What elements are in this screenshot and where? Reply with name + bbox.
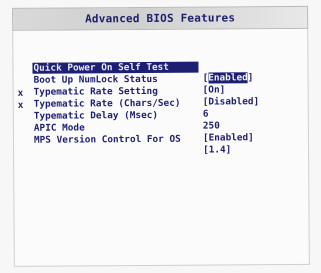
page-title: Advanced BIOS Features	[85, 11, 236, 26]
bracket-open: [	[202, 72, 209, 84]
value-text: 1.4	[208, 144, 226, 156]
bracket-close: ]	[253, 96, 260, 108]
setting-row-mps-version[interactable]: MPS Version Control For OS [1.4]	[14, 113, 231, 156]
value-text: Enabled	[208, 72, 248, 84]
setting-value[interactable]: [Enabled]	[203, 72, 254, 83]
bracket-close: ]	[247, 72, 254, 84]
value-text: Enabled	[208, 132, 249, 144]
setting-value[interactable]: [Enabled]	[203, 132, 254, 143]
setting-row-apic-mode[interactable]: APIC Mode [Enabled]	[14, 101, 254, 143]
setting-row-quick-post[interactable]: Quick Power On Self Test [Enabled]	[13, 41, 253, 84]
setting-value[interactable]: [1.4]	[203, 144, 231, 155]
setting-label: Typematic Delay (Msec)	[33, 109, 159, 122]
setting-label: Boot Up NumLock Status	[33, 73, 158, 86]
title-bar: Advanced BIOS Features	[12, 5, 309, 31]
settings-panel: Quick Power On Self Test [Enabled] Boot …	[12, 28, 310, 267]
setting-row-typematic-delay: x Typematic Delay (Msec) 250	[14, 89, 220, 132]
setting-value: 250	[203, 120, 220, 131]
bracket-close: ]	[219, 84, 226, 96]
value-text: 250	[202, 120, 220, 132]
bios-screen: Advanced BIOS Features Quick Power On Se…	[0, 0, 321, 273]
setting-label: Typematic Rate Setting	[33, 85, 158, 98]
value-text: 6	[202, 108, 209, 120]
setting-row-typematic-rate-setting[interactable]: Typematic Rate Setting [Disabled]	[13, 65, 260, 108]
value-text: Disabled	[208, 96, 254, 108]
setting-label: Quick Power On Self Test	[32, 61, 199, 74]
setting-label: MPS Version Control For OS	[33, 133, 181, 146]
bracket-close: ]	[225, 144, 232, 156]
bracket-close: ]	[248, 132, 254, 144]
setting-value[interactable]: [On]	[203, 84, 226, 95]
setting-value: 6	[203, 109, 209, 120]
setting-row-numlock[interactable]: Boot Up NumLock Status [On]	[13, 53, 226, 96]
value-text: On	[208, 84, 220, 96]
setting-label: Typematic Rate (Chars/Sec)	[33, 97, 181, 110]
setting-row-typematic-rate: x Typematic Rate (Chars/Sec) 6	[14, 77, 209, 120]
setting-value[interactable]: [Disabled]	[203, 96, 260, 107]
